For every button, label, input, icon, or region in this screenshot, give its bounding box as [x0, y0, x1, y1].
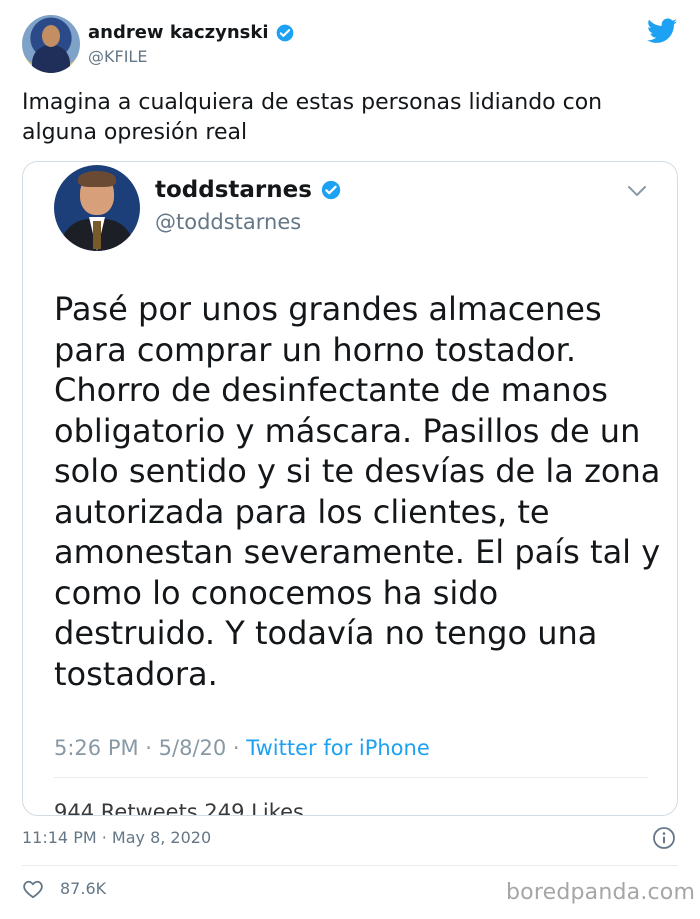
quoted-tweet-card[interactable]: toddstarnes @toddstarnes Pasé por unos g…	[22, 161, 678, 816]
avatar-toddstarnes[interactable]	[54, 165, 140, 251]
author-name-row[interactable]: andrew kaczynski	[88, 22, 295, 43]
quoted-author-name-row[interactable]: toddstarnes	[155, 177, 342, 203]
info-icon[interactable]	[652, 826, 676, 850]
author-name[interactable]: andrew kaczynski	[88, 22, 269, 43]
verified-badge-icon	[321, 180, 341, 200]
chevron-down-icon[interactable]	[626, 184, 648, 198]
verified-badge-icon	[276, 24, 293, 41]
quoted-tweet-source[interactable]: Twitter for iPhone	[246, 736, 430, 760]
tweet-timestamp[interactable]: 11:14 PM · May 8, 2020	[22, 828, 211, 847]
tweet-text: Imagina a cualquiera de estas personas l…	[22, 90, 603, 145]
quoted-tweet-text: Pasé por unos grandes almacenes para com…	[54, 290, 661, 693]
divider	[54, 777, 648, 778]
heart-icon[interactable]	[22, 879, 44, 899]
avatar-andrew-kaczynski[interactable]	[22, 15, 80, 73]
quoted-tweet-meta: 5:26 PM · 5/8/20 · Twitter for iPhone	[54, 736, 430, 760]
quoted-tweet-stats: 944 Retweets 249 Likes	[54, 800, 304, 816]
like-count[interactable]: 87.6K	[60, 879, 106, 898]
author-handle[interactable]: @KFILE	[88, 47, 147, 66]
watermark: boredpanda.com	[506, 880, 696, 905]
quoted-author-name[interactable]: toddstarnes	[155, 177, 312, 203]
twitter-bird-icon[interactable]	[647, 18, 677, 44]
quoted-author-handle[interactable]: @toddstarnes	[155, 210, 301, 234]
divider	[22, 865, 678, 866]
quoted-tweet-time[interactable]: 5:26 PM · 5/8/20 ·	[54, 736, 246, 760]
